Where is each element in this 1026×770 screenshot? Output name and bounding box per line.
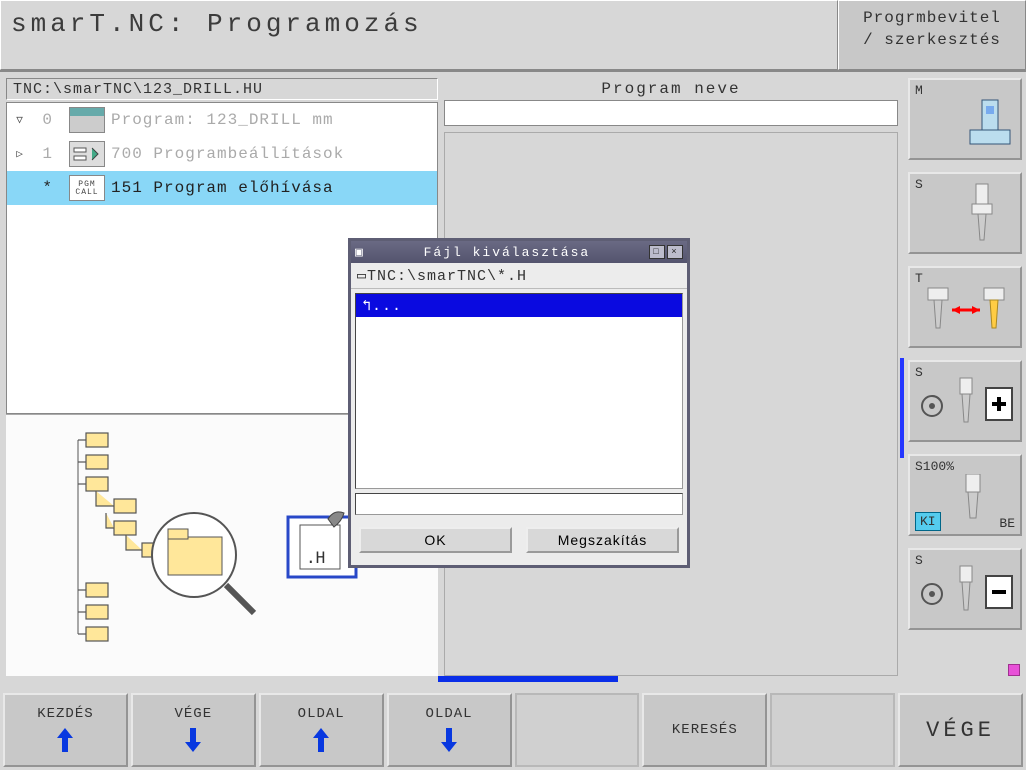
dialog-titlebar[interactable]: ▣ Fájl kiválasztása □ × [351,241,687,263]
arrow-down-icon [183,726,203,754]
side-button-s[interactable]: S [908,172,1022,254]
tree-row-label: 151 Program előhívása [111,179,334,197]
mode-line1: Progrmbevitel [843,7,1021,29]
ok-button[interactable]: OK [359,527,512,553]
softkey-label: VÉGE [175,706,213,722]
side-button-label: M [915,83,923,98]
disk-icon: ▭ [357,268,367,285]
side-button-s-minus[interactable]: S [908,548,1022,630]
maximize-icon[interactable]: □ [649,245,665,259]
softkey-oldal-down[interactable]: OLDAL [387,693,512,767]
file-select-dialog: ▣ Fájl kiválasztása □ × ▭TNC:\smarTNC\*.… [348,238,690,568]
mode-indicator: Progrmbevitel / szerkesztés [838,0,1026,70]
cancel-button[interactable]: Megszakítás [526,527,679,553]
side-button-s-plus[interactable]: S [908,360,1022,442]
softkey-end[interactable]: VÉGE [898,693,1023,767]
tree-row-selected[interactable]: * PGMCALL 151 Program előhívása [7,171,437,205]
up-folder-icon: ↰ [362,298,372,315]
be-label: BE [999,516,1015,531]
mode-line2: / szerkesztés [843,29,1021,51]
tree-row[interactable]: ▽ 0 Program: 123_DRILL mm [7,103,437,137]
tree-row-label: Program: 123_DRILL mm [111,111,334,129]
cube-icon: ▣ [355,245,365,260]
arrow-up-icon [311,726,331,754]
tree-line-number: 0 [29,111,53,129]
list-item[interactable]: ↰... [356,294,682,317]
side-button-s100[interactable]: S100% KI BE [908,454,1022,536]
tree-row-label: 700 Programbeállítások [111,145,344,163]
app-title: smarT.NC: Programozás [0,0,838,70]
softkey-kereses[interactable]: KERESÉS [642,693,767,767]
ki-label: KI [915,512,941,531]
tree-row[interactable]: ▷ 1 700 Programbeállítások [7,137,437,171]
side-button-m[interactable]: M [908,78,1022,160]
softkey-bar: KEZDÉS VÉGE OLDAL OLDAL KERESÉS VÉGE [0,690,1026,770]
property-header: Program neve [444,78,898,100]
tree-toggle-icon[interactable]: ▽ [11,113,29,127]
softkey-blank [515,693,640,767]
side-button-t[interactable]: T [908,266,1022,348]
softkey-kezdes[interactable]: KEZDÉS [3,693,128,767]
status-indicator-icon [1008,664,1020,676]
softkey-label: VÉGE [926,718,995,743]
tree-line-number: * [29,179,53,197]
close-icon[interactable]: × [667,245,683,259]
arrow-up-icon [55,726,75,754]
arrow-down-icon [439,726,459,754]
dialog-path: ▭TNC:\smarTNC\*.H [351,263,687,289]
dialog-title: Fájl kiválasztása [365,245,649,260]
dialog-file-list[interactable]: ↰... [355,293,683,489]
tree-toggle-icon[interactable]: ▷ [11,147,29,161]
progress-indicator [438,676,618,682]
file-path-bar: TNC:\smarTNC\123_DRILL.HU [6,78,438,100]
softkey-vege[interactable]: VÉGE [131,693,256,767]
settings-icon [69,141,105,167]
pgm-call-icon: PGMCALL [69,175,105,201]
program-icon [69,107,105,133]
softkey-label: KEZDÉS [37,706,93,722]
program-name-input[interactable] [444,100,898,126]
side-button-label: S100% [915,459,954,474]
softkey-oldal-up[interactable]: OLDAL [259,693,384,767]
softkey-label: OLDAL [426,706,473,722]
tree-line-number: 1 [29,145,53,163]
softkey-label: KERESÉS [672,722,738,738]
dialog-filename-input[interactable] [355,493,683,515]
file-ext-label: .H [306,548,325,567]
accent-bar [900,358,904,458]
side-button-label: S [915,177,923,192]
softkey-blank [770,693,895,767]
softkey-label: OLDAL [298,706,345,722]
